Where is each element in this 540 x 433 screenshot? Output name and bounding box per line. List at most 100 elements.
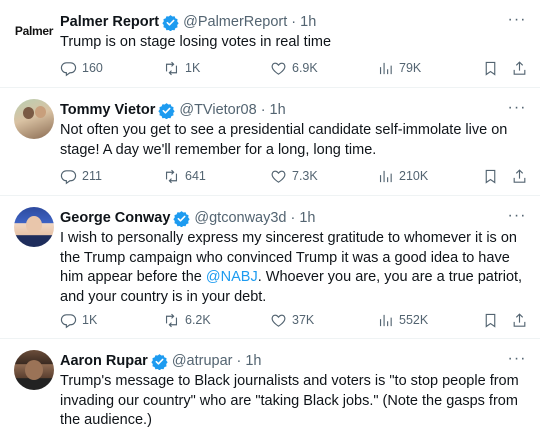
avatar-face <box>25 360 43 380</box>
reply-button[interactable]: 160 <box>60 60 103 77</box>
tweet-header: George Conway @gtconway3d · 1h <box>60 208 500 228</box>
like-button[interactable]: 7.3K <box>270 168 318 185</box>
tweet-text-body: Trump is on stage losing votes in real t… <box>60 34 332 50</box>
avatar-face <box>23 107 34 119</box>
repost-button[interactable]: 1K <box>163 60 200 77</box>
like-button[interactable]: 6.9K <box>270 60 318 77</box>
timestamp[interactable]: 1h <box>299 210 315 226</box>
timestamp[interactable]: 1h <box>300 14 316 30</box>
repost-icon <box>163 60 180 77</box>
avatar[interactable] <box>14 207 54 247</box>
bookmark-icon <box>482 168 499 185</box>
reply-count: 211 <box>82 169 102 183</box>
share-icon <box>511 312 528 329</box>
reply-button[interactable]: 1K <box>60 312 97 329</box>
share-button[interactable] <box>511 168 528 185</box>
tweet-text: I wish to personally express my sinceres… <box>60 229 524 307</box>
reply-count: 1K <box>82 313 98 327</box>
views-icon <box>377 312 394 329</box>
avatar-face <box>26 216 42 234</box>
author-handle[interactable]: @PalmerReport <box>183 14 287 30</box>
share-icon <box>511 60 528 77</box>
avatar[interactable]: Palmer <box>14 11 54 51</box>
verified-badge-icon <box>158 102 175 119</box>
tweet[interactable]: Tommy Vietor @TVietor08 · 1h ··· Not oft… <box>0 88 540 196</box>
tweet[interactable]: Aaron Rupar @atrupar · 1h ··· Trump's me… <box>0 339 540 433</box>
repost-icon <box>163 312 180 329</box>
more-icon[interactable]: ··· <box>508 351 526 367</box>
view-count: 79K <box>399 61 422 75</box>
timestamp[interactable]: 1h <box>270 102 286 118</box>
tweet[interactable]: George Conway @gtconway3d · 1h ··· I wis… <box>0 196 540 339</box>
action-bar: 211 641 7.3K 210K <box>60 166 528 186</box>
views-button[interactable]: 79K <box>377 60 421 77</box>
verified-badge-icon <box>162 14 179 31</box>
tweet-feed: Palmer Palmer Report @PalmerReport · 1h … <box>0 0 540 433</box>
author-handle[interactable]: @TVietor08 <box>179 102 256 118</box>
views-icon <box>377 168 394 185</box>
like-icon <box>270 168 287 185</box>
separator: · <box>236 353 242 369</box>
avatar-face <box>35 106 46 118</box>
more-icon[interactable]: ··· <box>508 208 526 224</box>
like-count: 6.9K <box>292 61 318 75</box>
more-icon[interactable]: ··· <box>508 12 526 28</box>
action-bar: 160 1K 6.9K 79K <box>60 58 528 78</box>
separator: · <box>290 210 296 226</box>
share-button[interactable] <box>511 312 528 329</box>
reply-icon <box>60 60 77 77</box>
like-icon <box>270 60 287 77</box>
views-button[interactable]: 210K <box>377 168 428 185</box>
share-button[interactable] <box>511 60 528 77</box>
repost-button[interactable]: 641 <box>163 168 206 185</box>
avatar[interactable] <box>14 350 54 390</box>
repost-count: 1K <box>185 61 201 75</box>
reply-icon <box>60 168 77 185</box>
more-icon[interactable]: ··· <box>508 100 526 116</box>
author-handle[interactable]: @gtconway3d <box>194 210 286 226</box>
author-handle[interactable]: @atrupar <box>172 353 233 369</box>
bookmark-icon <box>482 312 499 329</box>
tweet-text-body: Not often you get to see a presidential … <box>60 122 508 158</box>
tweet-text: Trump's message to Black journalists and… <box>60 372 524 431</box>
timestamp[interactable]: 1h <box>245 353 261 369</box>
repost-count: 6.2K <box>185 313 211 327</box>
repost-icon <box>163 168 180 185</box>
verified-badge-icon <box>173 210 190 227</box>
share-icon <box>511 168 528 185</box>
tweet-text: Trump is on stage losing votes in real t… <box>60 33 524 53</box>
tweet-header: Tommy Vietor @TVietor08 · 1h <box>60 100 500 120</box>
reply-count: 160 <box>82 61 103 75</box>
tweet[interactable]: Palmer Palmer Report @PalmerReport · 1h … <box>0 0 540 88</box>
separator: · <box>260 102 266 118</box>
tweet-header: Palmer Report @PalmerReport · 1h <box>60 12 500 32</box>
like-icon <box>270 312 287 329</box>
bookmark-button[interactable] <box>482 168 499 185</box>
tweet-text-body: Trump's message to Black journalists and… <box>60 373 519 428</box>
author-name[interactable]: Aaron Rupar <box>60 353 148 369</box>
views-button[interactable]: 552K <box>377 312 428 329</box>
view-count: 210K <box>399 169 429 183</box>
repost-count: 641 <box>185 169 206 183</box>
repost-button[interactable]: 6.2K <box>163 312 211 329</box>
verified-badge-icon <box>151 353 168 370</box>
bookmark-button[interactable] <box>482 312 499 329</box>
reply-icon <box>60 312 77 329</box>
mention-link[interactable]: @NABJ <box>206 269 258 285</box>
author-name[interactable]: George Conway <box>60 210 170 226</box>
avatar-logo-text: Palmer <box>14 24 54 38</box>
tweet-text: Not often you get to see a presidential … <box>60 121 524 160</box>
author-name[interactable]: Tommy Vietor <box>60 102 155 118</box>
author-name[interactable]: Palmer Report <box>60 14 159 30</box>
avatar[interactable] <box>14 99 54 139</box>
views-icon <box>377 60 394 77</box>
reply-button[interactable]: 211 <box>60 168 102 185</box>
action-bar: 1K 6.2K 37K 552K <box>60 310 528 330</box>
bookmark-icon <box>482 60 499 77</box>
like-count: 7.3K <box>292 169 318 183</box>
like-count: 37K <box>292 313 315 327</box>
tweet-header: Aaron Rupar @atrupar · 1h <box>60 351 500 371</box>
bookmark-button[interactable] <box>482 60 499 77</box>
separator: · <box>291 14 297 30</box>
like-button[interactable]: 37K <box>270 312 314 329</box>
